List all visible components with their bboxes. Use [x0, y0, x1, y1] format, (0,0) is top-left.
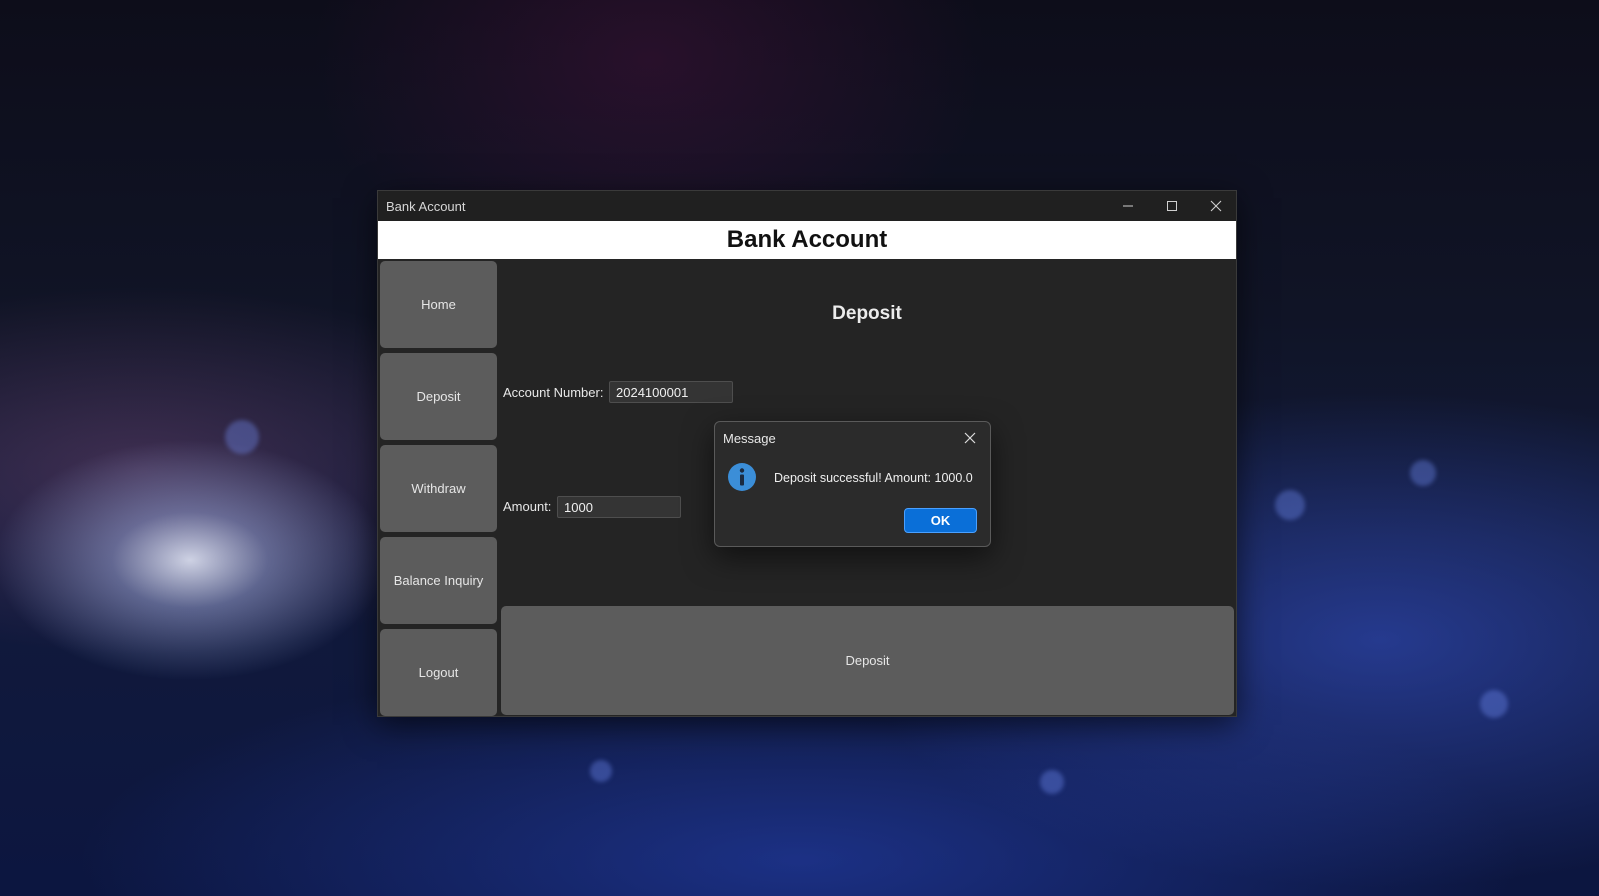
account-number-field[interactable]: 2024100001 — [609, 381, 733, 403]
window-title: Bank Account — [386, 199, 466, 214]
dialog-title: Message — [723, 431, 776, 446]
wallpaper-bokeh — [1275, 490, 1305, 520]
wallpaper-bokeh — [590, 760, 612, 782]
wallpaper-bokeh — [1040, 770, 1064, 794]
close-button[interactable] — [1194, 191, 1238, 221]
deposit-submit-label: Deposit — [845, 653, 890, 668]
sidebar-item-withdraw[interactable]: Withdraw — [380, 445, 497, 532]
sidebar-item-balance-inquiry[interactable]: Balance Inquiry — [380, 537, 497, 624]
page-title: Deposit — [832, 303, 902, 324]
sidebar-item-label: Balance Inquiry — [393, 573, 484, 588]
amount-label: Amount: — [503, 499, 552, 514]
app-title: Bank Account — [726, 226, 888, 253]
close-icon — [1210, 200, 1222, 212]
amount-field[interactable]: 1000 — [557, 496, 681, 518]
sidebar-item-home[interactable]: Home — [380, 261, 497, 348]
account-number-label: Account Number: — [503, 385, 604, 400]
message-dialog: Message Deposit successful! Amount: 1000… — [714, 421, 991, 547]
sidebar-item-logout[interactable]: Logout — [380, 629, 497, 716]
window-titlebar[interactable]: Bank Account — [378, 191, 1236, 221]
info-icon — [728, 463, 756, 491]
sidebar-item-label: Home — [421, 297, 456, 312]
ok-button-label: OK — [930, 513, 951, 528]
wallpaper-bokeh — [1480, 690, 1508, 718]
wallpaper-bokeh — [225, 420, 259, 454]
maximize-button[interactable] — [1150, 191, 1194, 221]
dialog-close-button[interactable] — [956, 425, 984, 451]
sidebar-item-deposit[interactable]: Deposit — [380, 353, 497, 440]
maximize-icon — [1167, 201, 1177, 211]
dialog-message: Deposit successful! Amount: 1000.0 — [774, 471, 973, 485]
app-header: Bank Account — [378, 221, 1236, 259]
ok-button[interactable]: OK — [904, 508, 977, 533]
deposit-submit-button[interactable]: Deposit — [501, 606, 1234, 715]
sidebar-item-label: Logout — [418, 665, 459, 680]
sidebar-item-label: Withdraw — [411, 481, 466, 496]
minimize-button[interactable] — [1106, 191, 1150, 221]
sidebar-item-label: Deposit — [416, 389, 461, 404]
close-icon — [964, 432, 976, 444]
minimize-icon — [1123, 205, 1133, 207]
wallpaper-bokeh — [1410, 460, 1436, 486]
